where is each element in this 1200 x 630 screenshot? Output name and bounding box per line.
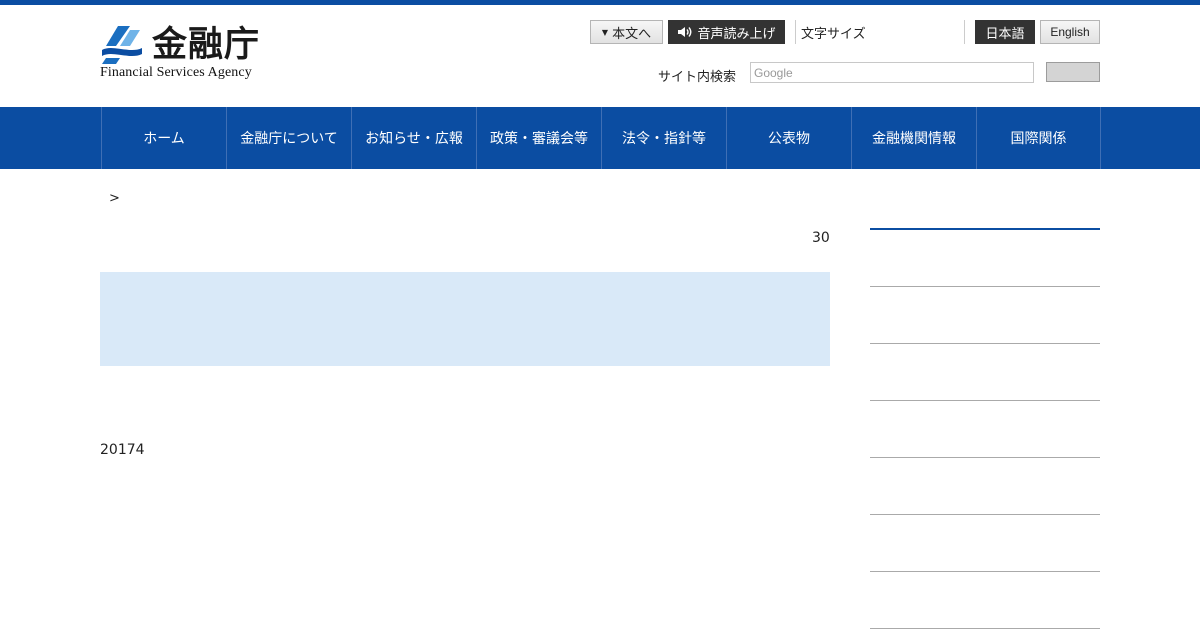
nav-item-institutions[interactable]: 金融機関情報 (851, 107, 976, 169)
site-logo[interactable]: 金融庁 Financial Services Agency (100, 24, 270, 84)
speaker-icon (678, 27, 692, 37)
nav-item-publications[interactable]: 公表物 (726, 107, 851, 169)
search-submit-button[interactable] (1046, 62, 1100, 82)
sidebar-item[interactable] (870, 400, 1100, 401)
read-aloud-button[interactable]: 音声読み上げ (668, 20, 785, 44)
skip-to-content-button[interactable]: ▼ 本文へ (590, 20, 663, 44)
read-aloud-label: 音声読み上げ (697, 26, 776, 42)
nav-item-international[interactable]: 国際関係 (976, 107, 1101, 169)
caret-down-icon: ▼ (601, 27, 609, 37)
top-accent-bar (0, 0, 1200, 5)
fsa-logo-icon (102, 26, 142, 64)
nav-item-laws[interactable]: 法令・指針等 (601, 107, 726, 169)
logo-english: Financial Services Agency (100, 65, 252, 80)
sidebar-item[interactable] (870, 457, 1100, 458)
sidebar-top-border (870, 228, 1100, 230)
sidebar-item[interactable] (870, 514, 1100, 515)
sidebar-item[interactable] (870, 286, 1100, 287)
body-text: 20174 (100, 442, 145, 458)
nav-item-news[interactable]: お知らせ・広報 (351, 107, 476, 169)
sidebar-item[interactable] (870, 571, 1100, 572)
sidebar-item[interactable] (870, 628, 1100, 629)
global-nav: ホーム 金融庁について お知らせ・広報 政策・審議会等 法令・指針等 公表物 金… (0, 107, 1200, 169)
divider (795, 20, 796, 44)
logo-kanji: 金融庁 (152, 25, 261, 65)
site-search-label: サイト内検索 (658, 70, 737, 85)
divider (964, 20, 965, 44)
breadcrumb: > (109, 191, 120, 206)
nav-item-about[interactable]: 金融庁について (226, 107, 351, 169)
date-text: 30 (812, 230, 830, 246)
nav-item-policy[interactable]: 政策・審議会等 (476, 107, 601, 169)
nav-item-home[interactable]: ホーム (101, 107, 226, 169)
info-box (100, 272, 830, 366)
language-japanese-button[interactable]: 日本語 (975, 20, 1035, 44)
skip-label: 本文へ (612, 26, 652, 42)
site-search-input[interactable] (750, 62, 1034, 83)
text-size-label: 文字サイズ (801, 27, 866, 42)
sidebar-item[interactable] (870, 343, 1100, 344)
language-english-button[interactable]: English (1040, 20, 1100, 44)
